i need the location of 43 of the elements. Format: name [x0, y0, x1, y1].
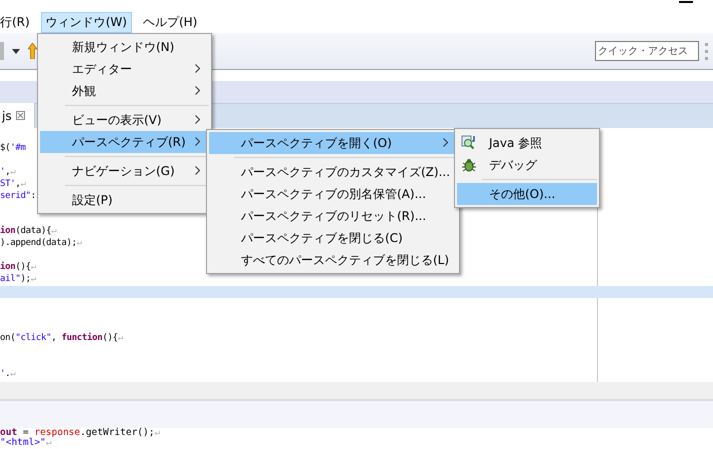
- code-line: out = response.getWriter();↵: [0, 427, 160, 438]
- code-line: ',↵: [0, 166, 16, 177]
- menu-item[interactable]: デバッグ: [457, 154, 597, 176]
- close-icon[interactable]: [16, 111, 25, 120]
- code-line: ).append(data);↵: [0, 238, 82, 248]
- code-line: serid":: [0, 190, 36, 201]
- menu-item[interactable]: パースペクティブを閉じる(C): [209, 227, 457, 249]
- menu-item[interactable]: その他(O)...: [457, 176, 597, 205]
- menu-item[interactable]: パースペクティブの別名保管(A)...: [209, 183, 457, 205]
- menu-item[interactable]: 新規ウィンドウ(N): [40, 36, 209, 58]
- magnifier-icon: [461, 135, 477, 151]
- code-line: ST',↵: [0, 178, 26, 189]
- code-line: $('#m: [0, 143, 26, 153]
- menu-item[interactable]: 外観: [40, 80, 209, 102]
- code-line: ail");↵: [0, 274, 36, 284]
- minimize-icon[interactable]: [679, 0, 693, 4]
- bug-icon: [461, 157, 477, 173]
- menu-bar-item[interactable]: ウィンドウ(W): [40, 12, 132, 33]
- menu-bar-item[interactable]: 行(R): [0, 12, 35, 33]
- menu-item[interactable]: パースペクティブのリセット(R)...: [209, 205, 457, 227]
- menu-item[interactable]: エディター: [40, 58, 209, 80]
- chevron-right-icon: [195, 86, 200, 95]
- toolbar-handle-icon: [705, 42, 708, 60]
- code-line: "<html>"↵: [0, 436, 52, 448]
- dropdown-caret-icon[interactable]: [12, 48, 20, 54]
- code-line: ion(){↵: [0, 262, 36, 272]
- chevron-right-icon: [195, 166, 200, 175]
- editor-tab[interactable]: js: [0, 103, 35, 128]
- menu-item[interactable]: Java 参照: [457, 132, 597, 154]
- quick-access-field[interactable]: クイック・アクセス: [595, 41, 699, 61]
- chevron-right-icon: [195, 64, 200, 73]
- chevron-right-icon: [195, 137, 200, 146]
- toolbar-icon[interactable]: [28, 43, 37, 59]
- chevron-right-icon: [443, 138, 448, 147]
- code-line: on("click", function(){↵: [0, 333, 123, 344]
- menu-item[interactable]: すべてのパースペクティブを閉じる(L): [209, 249, 457, 271]
- chevron-right-icon: [195, 115, 200, 124]
- code-line: '.↵: [0, 368, 16, 379]
- menu-item[interactable]: パースペクティブを開く(O): [209, 132, 457, 154]
- menu-bar-item[interactable]: ヘルプ(H): [138, 12, 202, 33]
- menu-item[interactable]: パースペクティブ(R): [40, 131, 209, 153]
- toolbar-handle-icon: [0, 42, 4, 60]
- code-line: ion(data){↵: [0, 226, 56, 236]
